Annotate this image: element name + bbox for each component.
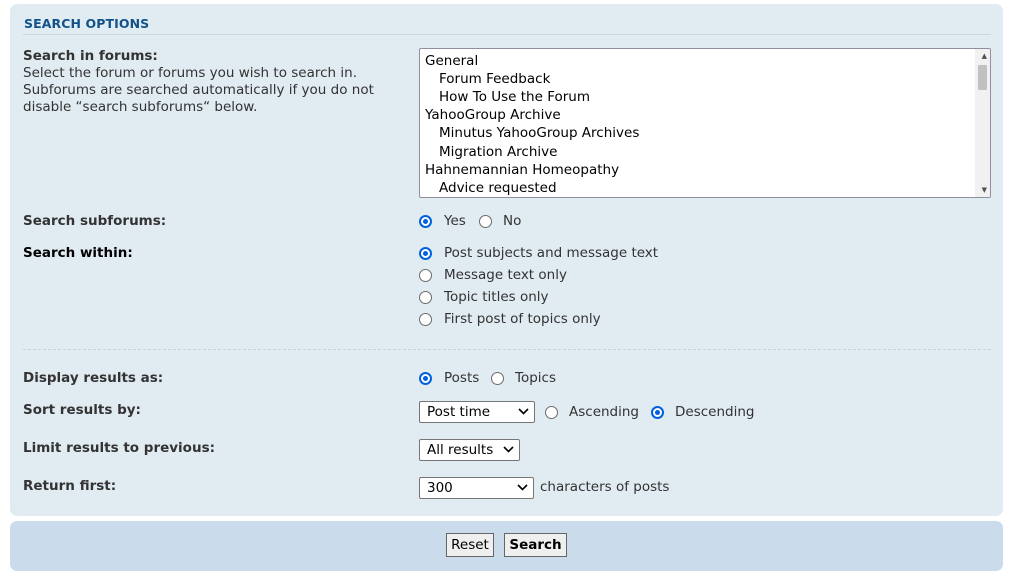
display-posts-radio[interactable]: [419, 372, 432, 385]
scrollbar-thumb[interactable]: [978, 65, 987, 90]
chevron-down-icon: [517, 484, 528, 491]
sort-descending-radio[interactable]: [651, 406, 664, 419]
panel-title: SEARCH OPTIONS: [24, 16, 150, 31]
within-option-label[interactable]: Topic titles only: [444, 289, 549, 305]
subforums-yes-label[interactable]: Yes: [444, 213, 466, 229]
forum-option[interactable]: Forum Feedback: [439, 71, 550, 87]
section-divider: [23, 349, 991, 350]
reset-button[interactable]: Reset: [446, 533, 494, 557]
search-subforums-label: Search subforums:: [23, 213, 167, 229]
display-topics-label[interactable]: Topics: [515, 370, 556, 386]
forum-option[interactable]: YahooGroup Archive: [425, 107, 561, 123]
within-message-text-radio[interactable]: [419, 269, 432, 282]
limit-results-select[interactable]: All results: [419, 439, 520, 461]
within-subjects-and-text-radio[interactable]: [419, 247, 432, 260]
listbox-scrollbar[interactable]: ▲ ▼: [975, 49, 990, 197]
display-results-label: Display results as:: [23, 370, 164, 386]
return-first-label: Return first:: [23, 478, 117, 494]
within-first-post-radio[interactable]: [419, 313, 432, 326]
forum-option[interactable]: How To Use the Forum: [439, 89, 590, 105]
search-options-panel: SEARCH OPTIONS Search in forums: Select …: [10, 4, 1003, 516]
search-in-forums-label: Search in forums:: [23, 48, 158, 64]
sort-ascending-radio[interactable]: [545, 406, 558, 419]
title-divider: [23, 34, 991, 35]
search-in-forums-description: Select the forum or forums you wish to s…: [23, 65, 374, 115]
search-button[interactable]: Search: [504, 533, 567, 557]
return-first-value: 300: [427, 480, 453, 496]
sort-field-value: Post time: [427, 404, 491, 420]
return-first-suffix: characters of posts: [540, 479, 670, 495]
within-option-label[interactable]: First post of topics only: [444, 311, 601, 327]
within-option-label[interactable]: Post subjects and message text: [444, 245, 658, 261]
sort-field-select[interactable]: Post time: [419, 401, 535, 423]
limit-results-value: All results: [427, 442, 494, 458]
sort-ascending-label[interactable]: Ascending: [569, 404, 639, 420]
scroll-down-arrow-icon[interactable]: ▼: [982, 186, 987, 194]
forum-option[interactable]: Migration Archive: [439, 144, 557, 160]
display-topics-radio[interactable]: [491, 372, 504, 385]
forum-option[interactable]: Hahnemannian Homeopathy: [425, 162, 619, 178]
sort-results-label: Sort results by:: [23, 402, 141, 418]
forum-option[interactable]: Advice requested: [439, 180, 557, 196]
scroll-up-arrow-icon[interactable]: ▲: [982, 52, 987, 60]
chevron-down-icon: [503, 446, 514, 453]
within-option-label[interactable]: Message text only: [444, 267, 567, 283]
chevron-down-icon: [518, 408, 529, 415]
subforums-no-label[interactable]: No: [503, 213, 521, 229]
forum-option[interactable]: General: [425, 53, 478, 69]
forum-listbox[interactable]: General Forum Feedback How To Use the Fo…: [419, 48, 991, 198]
display-posts-label[interactable]: Posts: [444, 370, 479, 386]
sort-descending-label[interactable]: Descending: [675, 404, 754, 420]
within-topic-titles-radio[interactable]: [419, 291, 432, 304]
search-within-label: Search within:: [23, 245, 133, 261]
subforums-yes-radio[interactable]: [419, 215, 432, 228]
return-first-select[interactable]: 300: [419, 477, 534, 499]
subforums-no-radio[interactable]: [479, 215, 492, 228]
limit-results-label: Limit results to previous:: [23, 440, 216, 456]
forum-option[interactable]: Minutus YahooGroup Archives: [439, 125, 639, 141]
